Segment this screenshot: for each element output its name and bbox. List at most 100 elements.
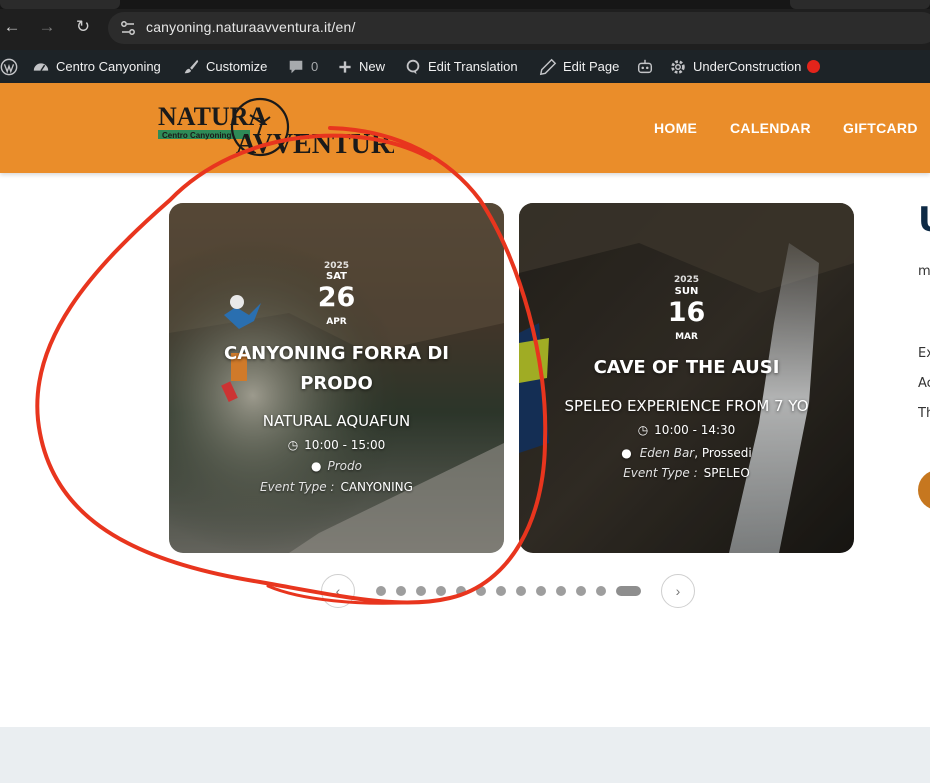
svg-text:Centro Canyoning: Centro Canyoning	[162, 131, 231, 140]
event-month: APR	[326, 317, 347, 327]
new-content-menu[interactable]: New	[337, 50, 385, 83]
event-type: Event Type : CANYONING	[169, 480, 504, 494]
clock-icon: ◷	[637, 423, 649, 437]
event-type-label: Event Type :	[623, 466, 698, 480]
edit-page-menu[interactable]: Edit Page	[539, 50, 619, 83]
wp-admin-bar: Centro Canyoning Customize 0 New Edit Tr…	[0, 50, 930, 83]
robot-icon	[637, 59, 653, 73]
comment-icon	[289, 60, 303, 73]
brush-icon	[184, 59, 199, 73]
event-time-text: 10:00 - 15:00	[304, 438, 386, 452]
site-name-label: Centro Canyoning	[56, 59, 161, 74]
event-subtitle: NATURAL AQUAFUN	[262, 412, 411, 430]
customize-menu[interactable]: Customize	[182, 50, 267, 83]
carousel-dot[interactable]	[456, 586, 466, 596]
chevron-right-icon[interactable]: ›	[661, 574, 695, 608]
carousel-dot[interactable]	[476, 586, 486, 596]
dashboard-icon	[33, 62, 49, 71]
event-title[interactable]: CAVE OF THE AUSI	[539, 353, 834, 383]
event-time: ◷ 10:00 - 14:30	[519, 423, 854, 437]
comments-menu[interactable]: 0	[287, 50, 318, 83]
side-text: Ex	[918, 346, 930, 361]
customize-label: Customize	[206, 59, 268, 74]
event-type-value[interactable]: SPELEO	[704, 466, 750, 480]
event-city: , Prossedi	[694, 446, 752, 460]
event-overlay: 2025 SUN 16 MAR CAVE OF THE AUSI SPELEO …	[519, 203, 854, 553]
event-title[interactable]: CANYONING FORRA DI PRODO	[189, 339, 484, 399]
gear-icon	[671, 59, 685, 74]
back-arrow-icon[interactable]: ←	[2, 17, 22, 37]
event-day: 16	[667, 297, 706, 328]
event-card[interactable]: 2025 SAT 26 APR CANYONING FORRA DI PRODO…	[169, 203, 504, 553]
site-logo[interactable]: NATURA Centro Canyoning AVVENTURA	[158, 97, 394, 159]
side-button[interactable]	[918, 470, 930, 510]
new-label: New	[359, 59, 386, 74]
carousel-dot[interactable]	[396, 586, 406, 596]
side-content: U m Ex Ac Th	[918, 200, 930, 520]
event-type: Event Type : SPELEO	[519, 466, 854, 480]
carousel-dot[interactable]	[536, 586, 546, 596]
wordpress-icon	[0, 58, 18, 75]
side-text: Th	[918, 406, 930, 421]
carousel-dot[interactable]	[596, 586, 606, 596]
wp-logo-menu[interactable]	[0, 50, 18, 83]
nav-calendar[interactable]: CALENDAR	[730, 120, 811, 136]
browser-tab[interactable]	[0, 0, 120, 9]
event-type-value[interactable]: CANYONING	[340, 480, 412, 494]
event-time-text: 10:00 - 14:30	[654, 423, 736, 437]
map-pin-icon: ●	[621, 446, 632, 460]
forward-arrow-icon[interactable]: →	[37, 17, 57, 37]
event-venue[interactable]: Eden Bar	[640, 446, 695, 460]
carousel-dot[interactable]	[436, 586, 446, 596]
event-subtitle: SPELEO EXPERIENCE FROM 7 YO	[564, 397, 809, 415]
event-month: MAR	[675, 332, 698, 342]
carousel-dot[interactable]	[576, 586, 586, 596]
tab-strip	[0, 0, 930, 9]
comments-count: 0	[311, 59, 319, 74]
event-weekday: SUN	[674, 286, 699, 297]
browser-tab[interactable]	[790, 0, 930, 9]
event-overlay: 2025 SAT 26 APR CANYONING FORRA DI PRODO…	[169, 203, 504, 553]
carousel-dot[interactable]	[556, 586, 566, 596]
site-header: NATURA Centro Canyoning AVVENTURA HOME C…	[0, 83, 930, 173]
carousel-dot[interactable]	[376, 586, 386, 596]
event-location-text[interactable]: Prodo	[328, 459, 362, 473]
robot-menu[interactable]	[636, 50, 654, 83]
side-text: Ac	[918, 376, 930, 391]
nav-home[interactable]: HOME	[654, 120, 697, 136]
status-indicator	[807, 60, 821, 73]
translate-icon	[406, 59, 420, 74]
event-time: ◷ 10:00 - 15:00	[169, 438, 504, 452]
event-day: 26	[317, 282, 356, 313]
edit-translation-label: Edit Translation	[428, 59, 518, 74]
browser-toolbar: ← → ↻ canyoning.naturaavventura.it/en/	[0, 0, 930, 50]
under-construction-menu[interactable]: UnderConstruction	[669, 50, 821, 83]
map-pin-icon: ●	[311, 459, 322, 473]
event-year: 2025	[673, 275, 700, 285]
side-heading: U	[918, 200, 930, 240]
footer-band	[0, 727, 930, 783]
carousel-dot[interactable]	[416, 586, 426, 596]
clock-icon: ◷	[287, 438, 299, 452]
carousel-dot[interactable]	[496, 586, 506, 596]
nav-giftcard[interactable]: GIFTCARD	[843, 120, 918, 136]
edit-page-label: Edit Page	[563, 59, 620, 74]
event-location: ● Eden Bar , Prossedi	[519, 446, 854, 460]
chevron-left-icon[interactable]: ‹	[321, 574, 355, 608]
event-weekday: SAT	[326, 271, 347, 282]
event-year: 2025	[323, 261, 350, 271]
site-settings-icon[interactable]	[118, 18, 138, 38]
carousel-dot[interactable]	[616, 586, 641, 596]
pencil-icon	[539, 58, 557, 75]
edit-translation-menu[interactable]: Edit Translation	[404, 50, 518, 83]
svg-text:AVVENTURA: AVVENTURA	[236, 129, 394, 159]
event-type-label: Event Type :	[260, 480, 335, 494]
site-name-menu[interactable]: Centro Canyoning	[32, 50, 161, 83]
event-card[interactable]: 2025 SUN 16 MAR CAVE OF THE AUSI SPELEO …	[519, 203, 854, 553]
reload-icon[interactable]: ↻	[73, 17, 93, 37]
carousel-dot[interactable]	[516, 586, 526, 596]
url-text[interactable]: canyoning.naturaavventura.it/en/	[146, 19, 356, 35]
event-location: ● Prodo	[169, 459, 504, 473]
plus-icon	[339, 60, 351, 73]
address-bar[interactable]: canyoning.naturaavventura.it/en/	[108, 12, 930, 44]
